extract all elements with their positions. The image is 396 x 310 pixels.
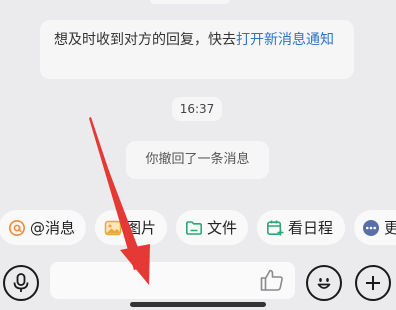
previous-message-edge [150,0,230,4]
home-indicator [130,302,266,307]
folder-icon [186,220,202,235]
quick-action-label: 文件 [207,219,238,237]
smiley-icon [317,278,331,289]
more-actions-button[interactable] [355,265,391,301]
more-icon [363,219,379,236]
plus-icon [366,276,380,290]
quick-action-mention[interactable]: @消息 [0,210,86,245]
calendar-icon [266,220,284,235]
voice-input-button[interactable] [3,265,39,301]
quick-action-label: @消息 [30,219,76,237]
message-timestamp: 16:37 [172,97,222,121]
thumbs-up-icon[interactable] [259,268,285,292]
quick-action-label: 看日程 [288,219,334,237]
microphone-icon [13,273,29,292]
recalled-message-notice: 你撤回了一条消息 [126,141,269,179]
quick-action-file[interactable]: 文件 [176,210,248,245]
notification-prompt-card: 想及时收到对方的回复，快去打开新消息通知 [40,20,354,79]
at-icon [9,219,25,236]
emoji-button[interactable] [306,265,342,301]
quick-action-more[interactable]: 更多 [354,210,396,245]
quick-action-calendar[interactable]: 看日程 [257,210,345,245]
notification-prompt-text: 想及时收到对方的回复，快去 [54,32,236,48]
quick-action-label: 更多 [384,219,396,237]
image-icon [104,220,122,235]
enable-notifications-link[interactable]: 打开新消息通知 [236,32,334,48]
quick-action-image[interactable]: 图片 [95,210,167,245]
quick-action-label: 图片 [126,219,157,237]
